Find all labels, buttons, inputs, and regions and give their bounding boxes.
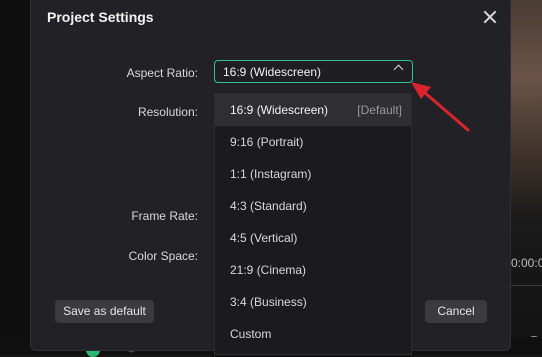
save-as-default-button[interactable]: Save as default	[55, 300, 154, 323]
background-timeline-line	[511, 285, 542, 286]
option-4-5[interactable]: 4:5 (Vertical)	[215, 222, 411, 254]
resolution-label: Resolution:	[137, 105, 198, 119]
aspect-ratio-value: 16:9 (Widescreen)	[223, 65, 322, 79]
color-space-label: Color Space:	[128, 249, 198, 263]
option-4-3[interactable]: 4:3 (Standard)	[215, 190, 411, 222]
option-21-9[interactable]: 21:9 (Cinema)	[215, 254, 411, 286]
background-left-panel	[0, 0, 30, 355]
chevron-up-icon	[393, 64, 404, 75]
background-preview-image	[511, 0, 542, 355]
option-custom[interactable]: Custom	[215, 318, 411, 350]
cancel-button[interactable]: Cancel	[425, 300, 487, 323]
option-16-9[interactable]: 16:9 (Widescreen) [Default]	[215, 94, 411, 126]
option-3-4[interactable]: 3:4 (Business)	[215, 286, 411, 318]
aspect-ratio-dropdown: 16:9 (Widescreen) [Default] 9:16 (Portra…	[214, 93, 412, 355]
close-icon[interactable]	[482, 9, 498, 25]
option-9-16[interactable]: 9:16 (Portrait)	[215, 126, 411, 158]
dialog-title: Project Settings	[47, 9, 154, 25]
option-1-1[interactable]: 1:1 (Instagram)	[215, 158, 411, 190]
background-timecode: 0:00:00	[511, 256, 542, 270]
frame-rate-label: Frame Rate:	[131, 209, 198, 223]
default-tag: [Default]	[357, 103, 402, 117]
aspect-ratio-select[interactable]: 16:9 (Widescreen)	[214, 60, 413, 83]
aspect-ratio-label: Aspect Ratio:	[126, 66, 198, 80]
option-label: 16:9 (Widescreen)	[230, 103, 329, 117]
